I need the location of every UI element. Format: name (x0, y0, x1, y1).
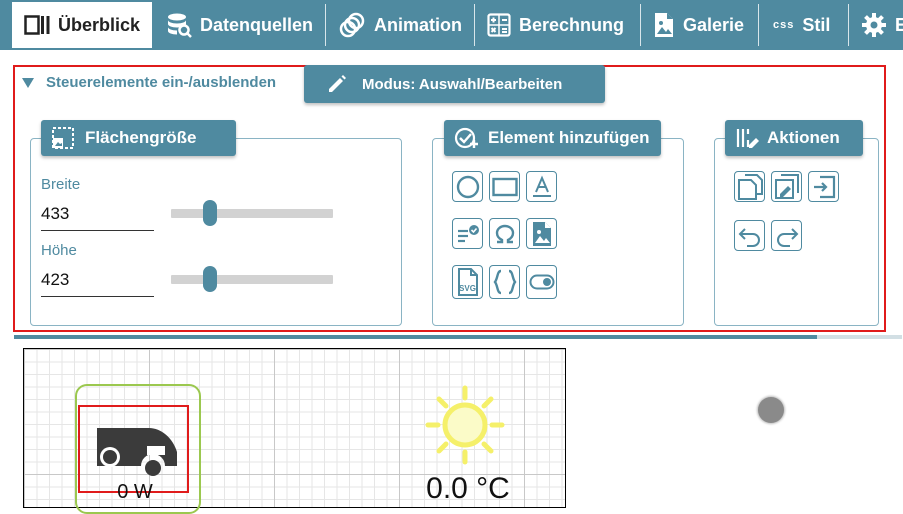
tab-label: Animation (374, 14, 462, 35)
svg-file-icon: SVG (456, 267, 480, 297)
toggle-switch-icon (529, 274, 555, 290)
add-element-header: Element hinzufügen (444, 120, 661, 156)
tab-label: Berechnung (519, 14, 625, 35)
width-slider[interactable] (171, 209, 333, 218)
height-slider-thumb[interactable] (202, 266, 217, 292)
gear-icon (861, 12, 887, 38)
braces-icon (493, 269, 517, 295)
width-slider-thumb[interactable] (202, 200, 217, 226)
tab-bar: Überblick Datenquellen Animation Berechn… (0, 0, 903, 50)
size-panel (30, 138, 402, 326)
add-text-button[interactable] (526, 171, 557, 202)
undo-icon (738, 225, 762, 247)
import-button[interactable] (808, 171, 839, 202)
tab-label: E (895, 14, 903, 35)
add-template-button[interactable] (489, 265, 520, 299)
tab-overview[interactable]: Überblick (12, 2, 152, 48)
tab-datasources[interactable]: Datenquellen (166, 4, 321, 46)
tab-divider (640, 4, 641, 46)
triangle-down-icon (22, 77, 34, 88)
add-list-button[interactable] (452, 218, 483, 249)
omega-icon (493, 222, 517, 246)
tab-settings[interactable]: E (861, 4, 903, 46)
size-panel-header: Flächengröße (41, 120, 236, 156)
tab-label: Stil (802, 14, 831, 35)
gallery-icon (653, 12, 675, 38)
horizontal-scrollbar-thumb[interactable] (14, 335, 817, 339)
rectangle-icon (491, 177, 518, 197)
tab-gallery[interactable]: Galerie (653, 4, 753, 46)
height-input-underline (41, 296, 154, 297)
height-input[interactable]: 423 (41, 270, 69, 290)
sun-icon[interactable] (424, 384, 506, 471)
tab-divider (848, 4, 849, 46)
add-svg-button[interactable]: SVG (452, 265, 483, 299)
add-element-icon (454, 125, 480, 151)
actions-title: Aktionen (767, 128, 840, 147)
image-icon (531, 221, 553, 247)
copy-button[interactable] (734, 171, 765, 202)
width-label: Breite (41, 176, 81, 193)
animation-icon (338, 11, 366, 39)
css-icon: css (773, 19, 795, 31)
tab-calculation[interactable]: Berechnung (487, 4, 637, 46)
power-value: 0 W (117, 481, 153, 503)
add-element-title: Element hinzufügen (488, 128, 650, 147)
tab-animation[interactable]: Animation (338, 4, 468, 46)
edit-copy-button[interactable] (771, 171, 802, 202)
tab-divider (758, 4, 759, 46)
edit-copy-icon (774, 173, 800, 200)
tab-divider (325, 4, 326, 46)
add-switch-button[interactable] (526, 265, 557, 299)
controls-toggle[interactable]: Steuerelemente ein-/ausblenden (22, 74, 276, 91)
undo-button[interactable] (734, 220, 765, 251)
copy-icon (737, 173, 763, 200)
mode-button[interactable]: Modus: Auswahl/Bearbeiten (304, 65, 605, 103)
pencil-icon (326, 73, 348, 95)
tab-label: Datenquellen (200, 14, 314, 35)
redo-button[interactable] (771, 220, 802, 251)
actions-header: Aktionen (725, 120, 863, 156)
add-rectangle-button[interactable] (489, 171, 520, 202)
tab-style[interactable]: css Stil (773, 4, 843, 46)
actions-icon (735, 126, 761, 150)
datasource-icon (166, 12, 192, 38)
text-icon (531, 174, 553, 199)
status-dot[interactable] (758, 397, 784, 423)
area-size-icon (51, 126, 75, 150)
caravan-icon[interactable] (93, 424, 177, 485)
width-input-underline (41, 230, 154, 231)
add-image-button[interactable] (526, 218, 557, 249)
calculator-icon (487, 13, 511, 37)
overview-icon (24, 15, 50, 35)
temperature-value: 0.0 °C (426, 472, 510, 505)
size-panel-title: Flächengröße (85, 128, 197, 147)
add-circle-button[interactable] (452, 171, 483, 202)
svg-badge-label: SVG (459, 284, 476, 293)
add-symbol-button[interactable] (489, 218, 520, 249)
controls-toggle-label: Steuerelemente ein-/ausblenden (46, 74, 277, 91)
height-slider[interactable] (171, 275, 333, 284)
width-input[interactable]: 433 (41, 204, 69, 224)
height-label: Höhe (41, 242, 77, 259)
mode-label: Modus: Auswahl/Bearbeiten (362, 75, 563, 93)
import-icon (812, 175, 836, 199)
tab-label: Galerie (683, 14, 745, 35)
tab-divider (474, 4, 475, 46)
tab-label: Überblick (58, 14, 141, 35)
list-check-icon (456, 222, 480, 246)
circle-icon (456, 175, 480, 199)
redo-icon (775, 225, 799, 247)
